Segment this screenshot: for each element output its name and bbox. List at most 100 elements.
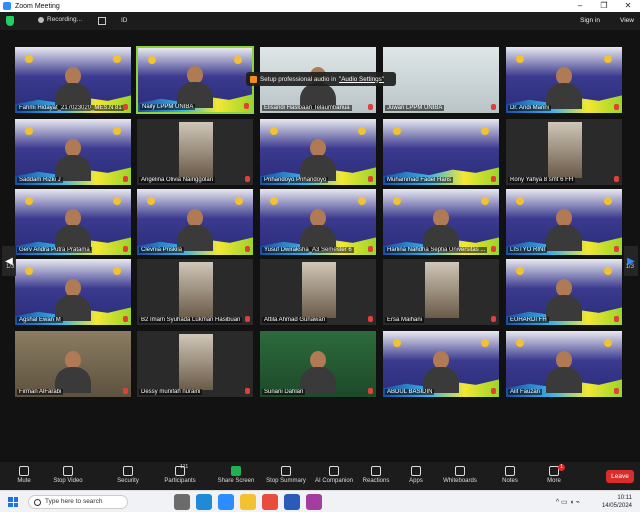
participant-person: [300, 209, 336, 251]
sign-in-link[interactable]: Sign in: [580, 17, 600, 24]
taskbar-search-input[interactable]: Type here to search: [28, 495, 128, 509]
participant-video: [383, 47, 499, 113]
university-logo-icon: [270, 127, 278, 135]
participant-tile[interactable]: Attila Ahmad Gunawan: [259, 258, 377, 326]
participant-tile[interactable]: Gerv Andra Putra Pratama: [14, 188, 132, 256]
system-tray-icons[interactable]: ^ ▭ ◖ ⌁: [556, 498, 580, 506]
leave-button[interactable]: Leave: [606, 470, 634, 483]
participant-name: Ersa Maihani: [385, 317, 425, 323]
university-logo-icon: [113, 127, 121, 135]
participant-tile[interactable]: Juwari LPPM UNIBA: [382, 46, 500, 114]
sparkle-icon: [329, 466, 339, 476]
zoom-app-icon[interactable]: [218, 494, 234, 510]
participant-tile[interactable]: Agshal Ewan M: [14, 258, 132, 326]
participant-tile[interactable]: Muhammad Fadel Haris: [382, 118, 500, 186]
participant-tile[interactable]: Saddam Rizki J: [14, 118, 132, 186]
view-button[interactable]: View: [620, 17, 634, 24]
muted-mic-icon: [368, 104, 373, 110]
participant-tile[interactable]: Prihandoyo Prihandoyo: [259, 118, 377, 186]
stop-summary-button[interactable]: Stop Summary: [264, 466, 308, 484]
grid-icon[interactable]: [98, 17, 106, 25]
reactions-button[interactable]: Reactions: [354, 466, 398, 484]
notes-button[interactable]: Notes: [488, 466, 532, 484]
clock[interactable]: 10:11 14/05/2024: [602, 494, 632, 510]
task-view-icon[interactable]: [174, 494, 190, 510]
participant-name: Muhammad Fadel Haris: [385, 177, 454, 183]
participant-person: [55, 351, 91, 393]
audio-settings-link[interactable]: "Audio Settings": [339, 76, 384, 83]
participant-tile[interactable]: Dr. Andi Marini: [505, 46, 623, 114]
muted-mic-icon: [245, 176, 250, 182]
participant-name: Fahmi Hidayat_217023020_MES.N 81: [17, 105, 124, 111]
whiteboards-button[interactable]: Whiteboards: [438, 466, 482, 484]
university-logo-icon: [147, 197, 155, 205]
word-icon[interactable]: [284, 494, 300, 510]
file-explorer-icon[interactable]: [240, 494, 256, 510]
participant-tile[interactable]: LISTYO RINI: [505, 188, 623, 256]
participant-person: [546, 279, 582, 321]
participant-tile[interactable]: Clevnia Priskila: [136, 188, 254, 256]
participant-tile[interactable]: Ersa Maihani: [382, 258, 500, 326]
recording-dot-icon: [38, 16, 44, 23]
participant-name: Prihandoyo Prihandoyo: [262, 177, 329, 183]
shield-icon: [123, 466, 133, 476]
participants-button[interactable]: 111 Participants: [158, 464, 202, 484]
participant-tile[interactable]: Suriani Dahlan: [259, 330, 377, 398]
participant-tile[interactable]: B2 Imam Syuhada Lukman Hasibuan: [136, 258, 254, 326]
muted-mic-icon: [123, 316, 128, 322]
close-button[interactable]: ✕: [616, 0, 640, 12]
windows-start-icon[interactable]: [8, 497, 18, 507]
mute-button[interactable]: Mute: [2, 466, 46, 484]
participant-person: [300, 139, 336, 181]
ai-companion-button[interactable]: AI Companion: [312, 466, 356, 484]
apps-button[interactable]: Apps: [394, 466, 438, 484]
edge-browser-icon[interactable]: [196, 494, 212, 510]
muted-mic-icon: [491, 388, 496, 394]
participant-name: Naily LPPM UNIBA: [140, 104, 196, 110]
page-indicator-left: 1/3: [6, 264, 15, 270]
minimize-button[interactable]: –: [568, 0, 592, 12]
participant-tile[interactable]: Naily LPPM UNIBA: [136, 46, 254, 114]
participant-name: Dessy munifah nuraini: [139, 389, 203, 395]
participant-tile[interactable]: ABDUL BASIDIN: [382, 330, 500, 398]
chrome-icon[interactable]: [262, 494, 278, 510]
university-logo-icon: [393, 127, 401, 135]
prev-page-button[interactable]: ◀: [2, 246, 16, 276]
participant-name: Dr. Andi Marini: [508, 105, 552, 111]
participant-camera-feed: [179, 334, 213, 390]
participant-person: [177, 209, 213, 251]
security-shield-icon[interactable]: [6, 16, 14, 26]
participant-tile[interactable]: Fahmi Hidayat_217023020_MES.N 81: [14, 46, 132, 114]
participant-name: Alif Fauzan: [508, 389, 543, 395]
next-page-button[interactable]: ▶: [624, 246, 638, 276]
participant-name: Saddam Rizki J: [17, 177, 63, 183]
university-logo-icon: [148, 56, 156, 64]
share-screen-button[interactable]: Share Screen: [214, 466, 258, 484]
security-button[interactable]: Security: [106, 466, 150, 484]
participant-tile[interactable]: Alif Fauzan: [505, 330, 623, 398]
participant-name: ABDUL BASIDIN: [385, 389, 435, 395]
stop-video-button[interactable]: Stop Video: [46, 466, 90, 484]
muted-mic-icon: [614, 388, 619, 394]
maximize-button[interactable]: ❐: [592, 0, 616, 12]
participant-tile[interactable]: Firman AlFarabi: [14, 330, 132, 398]
participant-tile[interactable]: Rony Yahya 8 smt 6 FH: [505, 118, 623, 186]
participant-person: [423, 209, 459, 251]
recording-indicator[interactable]: Recording...: [38, 16, 82, 23]
participant-person: [546, 351, 582, 393]
participant-tile[interactable]: EUHARDI FH: [505, 258, 623, 326]
participant-name: Firman AlFarabi: [17, 389, 64, 395]
participant-name: Rony Yahya 8 smt 6 FH: [508, 177, 576, 183]
meeting-id-label[interactable]: ID: [121, 17, 128, 24]
university-logo-icon: [604, 197, 612, 205]
participant-camera-feed: [179, 122, 213, 178]
muted-mic-icon: [614, 104, 619, 110]
audio-settings-toast[interactable]: Setup professional audio in "Audio Setti…: [246, 72, 396, 86]
more-button[interactable]: 1 More: [532, 464, 576, 484]
participant-tile[interactable]: Angelina Olivia Nainggolan: [136, 118, 254, 186]
participant-tile[interactable]: Harlina Nahdha Septia Universitas ...: [382, 188, 500, 256]
participant-tile[interactable]: Dessy munifah nuraini: [136, 330, 254, 398]
store-icon[interactable]: [306, 494, 322, 510]
participant-tile[interactable]: Yusuf Dwiraksha_A3 Semester 6: [259, 188, 377, 256]
share-screen-icon: [231, 466, 241, 476]
